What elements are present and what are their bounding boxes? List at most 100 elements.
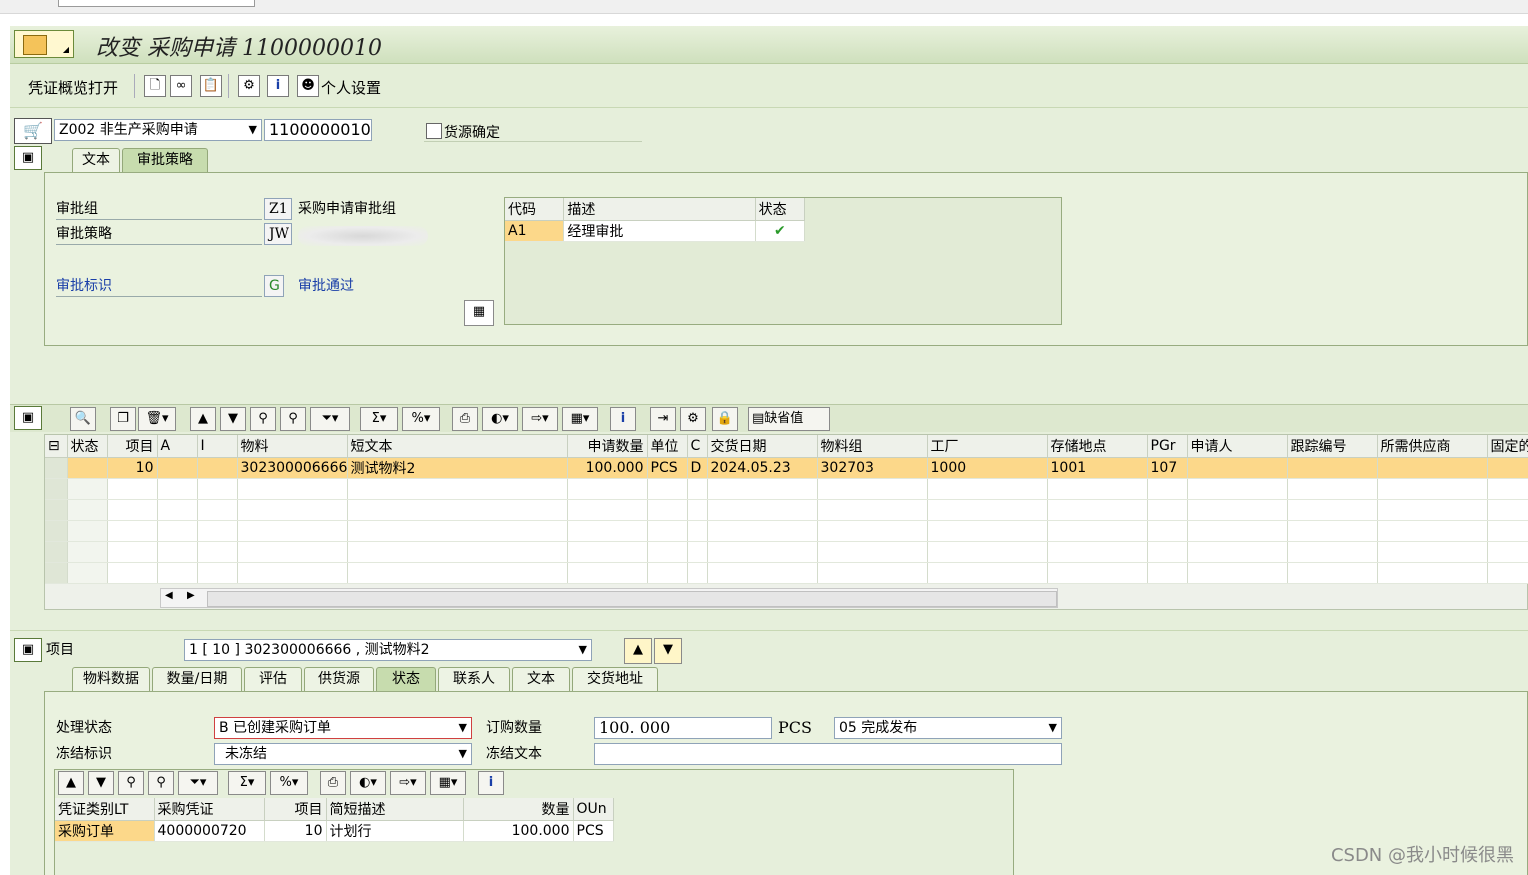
filter-icon[interactable]: ⏷▾ <box>178 771 218 795</box>
org-icon[interactable]: ⚙ <box>238 75 260 97</box>
col-qty[interactable]: 数量 <box>463 798 574 821</box>
filter-icon[interactable]: ⏷▾ <box>310 407 350 431</box>
sort-descending-icon[interactable]: ▼ <box>88 771 114 795</box>
cell-material-group[interactable]: 302703 <box>817 457 928 479</box>
new-doc-icon[interactable]: 🗋 <box>144 75 166 97</box>
scroll-right-icon[interactable]: ▶ <box>187 590 195 601</box>
col-plant[interactable]: 工厂 <box>927 435 1048 458</box>
info-icon[interactable]: i <box>610 407 636 431</box>
table-row[interactable] <box>45 520 1528 542</box>
clipboard-icon[interactable]: 📋 <box>200 75 222 97</box>
col-unit[interactable]: 单位 <box>647 435 688 458</box>
sum-icon[interactable]: Σ▾ <box>228 771 266 795</box>
row-selector[interactable] <box>45 457 68 479</box>
table-row[interactable]: 采购订单 4000000720 10 计划行 100.000 PCS <box>55 820 614 842</box>
next-item-icon[interactable]: ▼ <box>654 638 682 664</box>
tab-text[interactable]: 文本 <box>72 148 120 172</box>
source-determination-checkbox[interactable] <box>426 123 442 139</box>
cell-po[interactable]: 4000000720 <box>154 820 265 842</box>
cell-vendor[interactable] <box>1377 457 1488 479</box>
doc-overview-button[interactable]: 凭证概览打开 <box>28 77 118 98</box>
tab-approval-strategy[interactable]: 审批策略 <box>122 148 208 172</box>
sort-ascending-icon[interactable]: ▲ <box>58 771 84 795</box>
tab-quantity-date[interactable]: 数量/日期 <box>152 667 242 691</box>
cell-fixed[interactable] <box>1487 457 1528 479</box>
find-next-icon[interactable]: ⚲ <box>148 771 174 795</box>
previous-item-icon[interactable]: ▲ <box>624 638 652 664</box>
doc-number-field[interactable]: 1100000010 <box>264 119 372 141</box>
tab-text[interactable]: 文本 <box>512 667 570 691</box>
cell-status[interactable] <box>67 457 108 479</box>
layout-icon[interactable]: ▦▾ <box>562 407 598 431</box>
cell-storage[interactable]: 1001 <box>1047 457 1148 479</box>
tab-delivery-address[interactable]: 交货地址 <box>572 667 658 691</box>
col-item[interactable]: 项目 <box>264 798 327 821</box>
subtotal-icon[interactable]: %▾ <box>402 407 440 431</box>
view-icon[interactable]: ◐▾ <box>482 407 518 431</box>
release-status-select[interactable]: 05 完成发布 ▼ <box>834 717 1062 739</box>
tab-material-data[interactable]: 物料数据 <box>72 667 150 691</box>
tab-status[interactable]: 状态 <box>376 667 436 691</box>
col-fixed[interactable]: 固定的 <box>1487 435 1528 458</box>
sort-descending-icon[interactable]: ▼ <box>220 407 246 431</box>
export-icon[interactable]: ⇨▾ <box>522 407 558 431</box>
cell-short-desc[interactable]: 计划行 <box>326 820 464 842</box>
col-c[interactable]: C <box>687 435 708 458</box>
col-item[interactable]: 项目 <box>107 435 158 458</box>
order-qty-field[interactable]: 100. 000 <box>594 717 772 739</box>
cell-unit[interactable]: PCS <box>647 457 688 479</box>
tab-valuation[interactable]: 评估 <box>244 667 302 691</box>
table-row[interactable] <box>45 541 1528 563</box>
cell-i[interactable] <box>197 457 238 479</box>
col-delivery-date[interactable]: 交货日期 <box>707 435 818 458</box>
lock-icon[interactable]: 🔒 <box>712 407 738 431</box>
layout-icon[interactable]: ▦▾ <box>430 771 466 795</box>
scroll-left-icon[interactable]: ◀ <box>165 590 173 601</box>
tab-contact[interactable]: 联系人 <box>438 667 510 691</box>
delete-icon[interactable]: 🗑▾ <box>138 407 176 431</box>
table-row[interactable]: 10 302300006666 测试物料2 100.000 PCS D 2024… <box>45 457 1528 479</box>
col-tracking[interactable]: 跟踪编号 <box>1287 435 1378 458</box>
person-settings-icon[interactable]: ☻ <box>297 75 319 97</box>
details-icon[interactable]: 🔍 <box>70 407 96 431</box>
cell-requester[interactable] <box>1187 457 1288 479</box>
default-values-button[interactable]: ▤缺省值 <box>748 407 830 431</box>
find-icon[interactable]: ⚲ <box>250 407 276 431</box>
print-icon[interactable]: ⎙ <box>320 771 346 795</box>
select-all-icon[interactable]: ⊟ <box>45 435 68 458</box>
processing-status-select[interactable]: B 已创建采购订单 ▼ <box>214 717 472 739</box>
export-icon[interactable]: ⇨▾ <box>390 771 426 795</box>
col-short-desc[interactable]: 简短描述 <box>326 798 464 821</box>
view-icon[interactable]: ◐▾ <box>350 771 386 795</box>
copy-icon[interactable]: ❐ <box>110 407 136 431</box>
col-a[interactable]: A <box>157 435 198 458</box>
menu-icon[interactable]: ◢ <box>14 30 74 58</box>
col-short-text[interactable]: 短文本 <box>347 435 568 458</box>
cell-doc-category[interactable]: 采购订单 <box>55 820 155 842</box>
collapse-header-icon[interactable]: ▣ <box>14 146 42 170</box>
collapse-items-icon[interactable]: ▣ <box>14 406 42 430</box>
collapse-detail-icon[interactable]: ▣ <box>14 638 42 662</box>
personal-settings-button[interactable]: 个人设置 <box>321 77 381 98</box>
cart-icon[interactable]: 🛒 <box>14 118 52 144</box>
col-qty[interactable]: 申请数量 <box>567 435 648 458</box>
col-status[interactable]: 状态 <box>67 435 108 458</box>
cell-item[interactable]: 10 <box>264 820 327 842</box>
cell-pgr[interactable]: 107 <box>1147 457 1188 479</box>
col-storage[interactable]: 存储地点 <box>1047 435 1148 458</box>
assign-icon[interactable]: ⚙ <box>680 407 706 431</box>
col-material[interactable]: 物料 <box>237 435 348 458</box>
info-icon[interactable]: i <box>478 771 504 795</box>
table-row[interactable] <box>45 499 1528 521</box>
table-row[interactable] <box>45 478 1528 500</box>
col-material-group[interactable]: 物料组 <box>817 435 928 458</box>
cell-tracking[interactable] <box>1287 457 1378 479</box>
col-po[interactable]: 采购凭证 <box>154 798 265 821</box>
cell-material[interactable]: 302300006666 <box>237 457 348 479</box>
cell-plant[interactable]: 1000 <box>927 457 1048 479</box>
command-field[interactable] <box>58 0 255 7</box>
col-i[interactable]: I <box>197 435 238 458</box>
release-overview-icon[interactable]: ▦ <box>464 300 494 326</box>
find-next-icon[interactable]: ⚲ <box>280 407 306 431</box>
sort-ascending-icon[interactable]: ▲ <box>190 407 216 431</box>
